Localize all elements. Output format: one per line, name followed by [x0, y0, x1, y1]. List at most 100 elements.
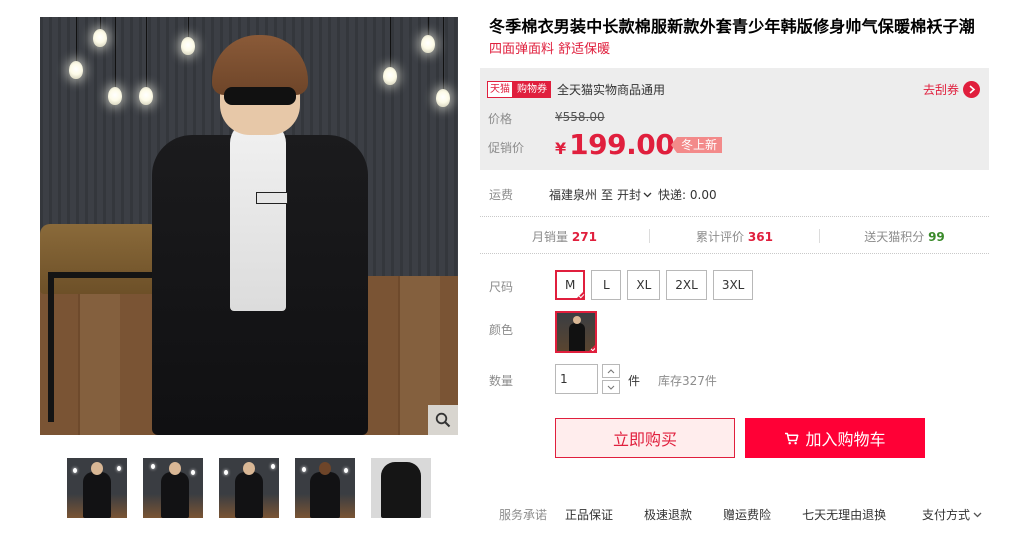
lamp-wire	[390, 17, 391, 69]
chevron-up-icon	[607, 368, 615, 373]
thumbnail-3[interactable]	[219, 458, 279, 518]
add-to-cart-button[interactable]: 加入购物车	[745, 418, 925, 458]
stat-reviews[interactable]: 累计评价 361	[650, 228, 819, 245]
product-title: 冬季棉衣男装中长款棉服新款外套青少年韩版修身帅气保暖棉袄子潮	[489, 17, 976, 36]
lamp-wire	[188, 17, 189, 39]
size-text: 2XL	[675, 278, 698, 292]
size-option-m[interactable]: M	[555, 270, 586, 300]
lamp-bulb	[69, 61, 83, 79]
currency-symbol: ¥	[555, 139, 567, 158]
lamp-bulb	[181, 37, 195, 55]
size-option-2xl[interactable]: 2XL	[666, 270, 707, 300]
size-text: XL	[636, 278, 652, 292]
ship-from: 福建泉州	[549, 188, 598, 202]
stat-label: 累计评价	[696, 229, 745, 244]
quantity-label: 数量	[489, 374, 514, 388]
lamp-bulb	[93, 29, 107, 47]
lamp-wire	[443, 17, 444, 91]
lamp-wire	[76, 17, 77, 63]
express-fee: 快递: 0.00	[658, 188, 717, 202]
service-item[interactable]: 正品保证	[565, 506, 613, 523]
lamp-bulb	[421, 35, 435, 53]
get-coupon-label: 去刮券	[922, 83, 959, 97]
chevron-down-icon	[973, 512, 982, 517]
service-item[interactable]: 七天无理由退换	[802, 506, 886, 523]
chevron-down-icon	[643, 192, 652, 197]
swatch-head	[573, 316, 581, 324]
service-item[interactable]: 赠运费险	[723, 506, 771, 523]
buy-now-label: 立即购买	[612, 430, 677, 449]
quantity-input[interactable]	[555, 364, 598, 394]
payment-methods-label: 支付方式	[922, 508, 971, 522]
thumbnail-5[interactable]	[371, 458, 431, 518]
coupon-row: 天猫 购物券 全天猫实物商品通用	[487, 81, 665, 98]
ship-to-selector[interactable]: 开封	[617, 186, 652, 203]
size-option-l[interactable]: L	[591, 270, 622, 300]
original-price: ¥558.00	[555, 110, 605, 124]
color-label: 颜色	[489, 323, 514, 337]
sales-stats: 月销量 271 累计评价 361 送天猫积分 99	[480, 220, 989, 252]
ship-to-word: 至	[601, 188, 614, 202]
new-arrival-badge: 冬上新	[671, 137, 723, 153]
lamp-bulb	[139, 87, 153, 105]
model-sunglasses	[224, 87, 296, 105]
stat-value: 99	[928, 229, 945, 244]
shipping-row: 运费 福建泉州 至 开封 快递: 0.00	[489, 186, 717, 203]
size-text: M	[565, 278, 576, 292]
stat-points: 送天猫积分 99	[820, 228, 989, 245]
stat-label: 送天猫积分	[864, 229, 925, 244]
divider	[480, 253, 989, 254]
model-sweater	[230, 121, 286, 311]
size-option-3xl[interactable]: 3XL	[712, 270, 754, 300]
lamp-wire	[115, 17, 116, 89]
price-panel: 天猫 购物券 全天猫实物商品通用 去刮券 价格 ¥558.00 促销价 ¥ 19…	[480, 68, 989, 170]
check-icon	[575, 290, 586, 300]
size-text: L	[603, 278, 610, 292]
divider	[480, 216, 989, 217]
thumbnail-1[interactable]	[67, 458, 127, 518]
lamp-wire	[428, 17, 429, 37]
promo-price: ¥ 199.00	[555, 128, 675, 161]
zoom-button[interactable]	[428, 405, 458, 435]
lamp-bulb	[108, 87, 122, 105]
size-text: 3XL	[721, 278, 745, 292]
payment-methods-dropdown[interactable]: 支付方式	[922, 506, 982, 523]
promo-price-label: 促销价	[488, 141, 525, 155]
main-product-image[interactable]	[40, 17, 458, 435]
service-label: 服务承诺	[499, 508, 548, 522]
jacket-patch	[256, 192, 288, 204]
chevron-right-icon	[963, 81, 980, 98]
quantity-increase-button[interactable]	[602, 364, 620, 378]
thumbnail-4[interactable]	[295, 458, 355, 518]
coupon-tag-label: 购物券	[513, 81, 551, 98]
add-to-cart-label: 加入购物车	[805, 430, 886, 449]
stat-value: 361	[747, 229, 773, 244]
size-option-xl[interactable]: XL	[627, 270, 661, 300]
size-options: M L XL 2XL 3XL	[555, 270, 754, 300]
service-item[interactable]: 极速退款	[644, 506, 692, 523]
swatch-figure	[569, 323, 585, 351]
stock-count: 库存327件	[658, 374, 717, 388]
size-label: 尺码	[489, 280, 514, 294]
thumbnail-strip	[67, 458, 431, 518]
service-promises: 服务承诺 正品保证 极速退款 赠运费险 七天无理由退换	[499, 506, 917, 523]
buy-now-button[interactable]: 立即购买	[555, 418, 735, 458]
lamp-bulb	[436, 89, 450, 107]
quantity-decrease-button[interactable]	[602, 380, 620, 394]
stat-label: 月销量	[532, 229, 569, 244]
chevron-down-icon	[607, 385, 615, 390]
tmall-coupon-tag: 天猫 购物券	[487, 81, 551, 98]
cart-icon	[785, 432, 799, 444]
lamp-wire	[146, 17, 147, 89]
quantity-unit: 件	[628, 374, 641, 388]
get-coupon-link[interactable]: 去刮券	[923, 81, 980, 98]
tmall-tag-label: 天猫	[487, 81, 513, 98]
shipping-label: 运费	[489, 188, 514, 202]
thumbnail-2[interactable]	[143, 458, 203, 518]
color-option-black[interactable]	[555, 311, 597, 353]
ship-to-city: 开封	[617, 188, 642, 202]
original-price-label: 价格	[488, 112, 513, 126]
product-subtitle: 四面弹面料 舒适保暖	[489, 42, 611, 57]
lamp-bulb	[383, 67, 397, 85]
stat-value: 271	[571, 229, 597, 244]
